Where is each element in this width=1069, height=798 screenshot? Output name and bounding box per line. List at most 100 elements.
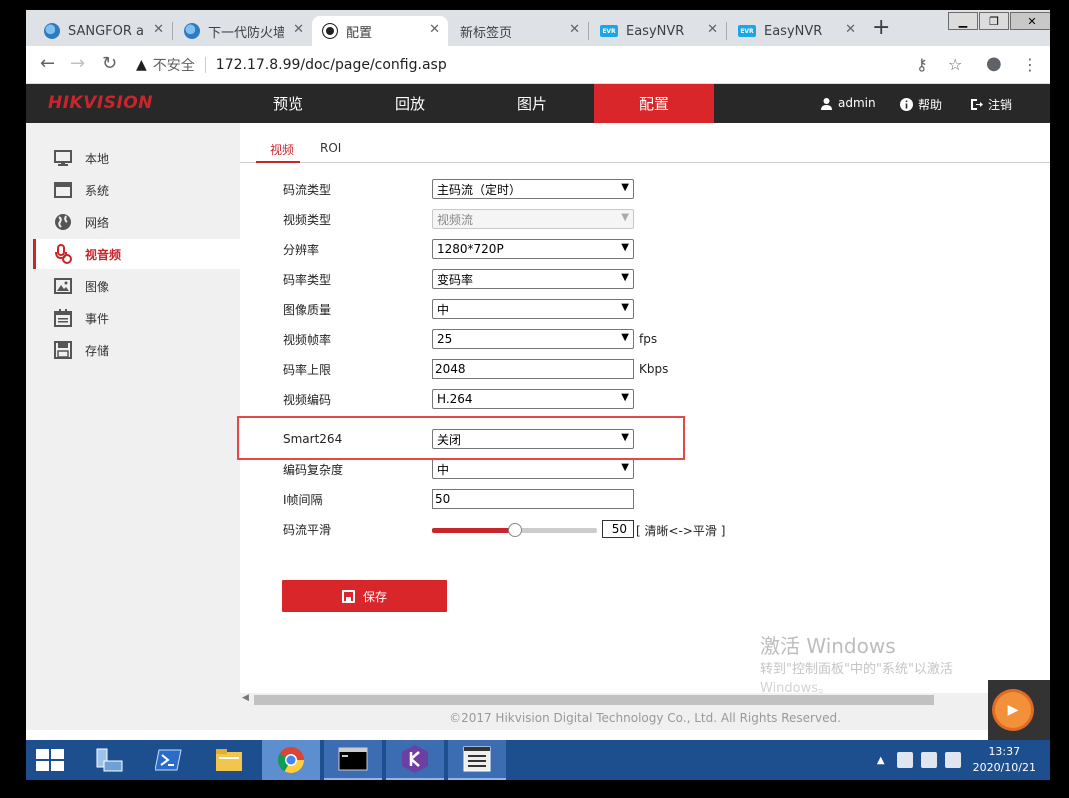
- tab-firewall[interactable]: 下一代防火墙 ✕: [174, 16, 312, 46]
- sidebar-item-event[interactable]: 事件: [33, 303, 240, 333]
- tab-sangfor[interactable]: SANGFOR al ✕: [34, 16, 172, 46]
- horizontal-scrollbar[interactable]: ◀: [240, 693, 1050, 707]
- restore-button[interactable]: ❐: [979, 12, 1009, 30]
- help-link[interactable]: 帮助: [900, 96, 942, 113]
- nav-playback[interactable]: 回放: [350, 84, 470, 123]
- new-tab-button[interactable]: +: [872, 17, 890, 39]
- tab-easynvr-2[interactable]: EVR EasyNVR ✕: [728, 16, 864, 46]
- browser-toolbar: ← → ↻ ▲ 不安全 172.17.8.99/doc/page/config.…: [26, 46, 1050, 84]
- folder-icon: [216, 749, 242, 771]
- key-icon[interactable]: ⚷: [916, 55, 928, 74]
- sidebar-item-system[interactable]: 系统: [33, 175, 240, 205]
- i-frame-interval-input[interactable]: 50: [432, 489, 634, 509]
- chevron-down-icon: ▼: [621, 332, 629, 343]
- chevron-down-icon: ▼: [621, 212, 629, 223]
- taskbar-cmd[interactable]: [324, 740, 382, 780]
- tab-roi[interactable]: ROI: [320, 141, 341, 155]
- stream-type-select[interactable]: 主码流（定时） ▼: [432, 179, 634, 199]
- scroll-left-icon[interactable]: ◀: [242, 693, 249, 703]
- menu-icon[interactable]: ⋮: [1022, 55, 1038, 74]
- start-button[interactable]: [36, 749, 66, 771]
- row-max-bitrate: 码率上限 2048 Kbps: [283, 358, 668, 380]
- resolution-select[interactable]: 1280*720P ▼: [432, 239, 634, 259]
- floating-app-widget[interactable]: ▶: [988, 680, 1050, 740]
- chevron-up-icon[interactable]: ▲: [877, 755, 885, 766]
- taskbar-k-app[interactable]: [386, 740, 444, 780]
- field-label: I帧间隔: [283, 492, 323, 507]
- max-bitrate-input[interactable]: 2048: [432, 359, 634, 379]
- account-icon[interactable]: ●: [986, 53, 1002, 74]
- tab-title: 配置: [346, 25, 373, 41]
- user-menu[interactable]: admin: [820, 96, 876, 110]
- sidebar-item-storage[interactable]: 存储: [33, 335, 240, 365]
- url-text[interactable]: 172.17.8.99/doc/page/config.asp: [216, 57, 447, 73]
- taskbar-powershell[interactable]: [140, 740, 198, 780]
- sidebar-item-audio-video[interactable]: 视音频: [33, 239, 240, 269]
- close-icon[interactable]: ✕: [569, 22, 580, 37]
- reload-icon[interactable]: ↻: [102, 53, 117, 74]
- field-label: 视频类型: [283, 212, 332, 227]
- taskbar-file-explorer[interactable]: [200, 740, 258, 780]
- activation-watermark-line1: 转到"控制面板"中的"系统"以激活: [760, 662, 953, 677]
- volume-icon[interactable]: [944, 752, 961, 768]
- field-label: 分辨率: [283, 242, 320, 257]
- action-center-icon[interactable]: [896, 752, 913, 768]
- tab-video[interactable]: 视频: [270, 141, 294, 158]
- forward-icon[interactable]: →: [70, 53, 85, 74]
- encoding-complexity-select[interactable]: 中 ▼: [432, 459, 634, 479]
- clock[interactable]: 13:37 2020/10/21: [973, 744, 1036, 776]
- clock-date: 2020/10/21: [972, 761, 1036, 774]
- tab-title: EasyNVR: [626, 23, 685, 39]
- stream-smoothing-slider[interactable]: [432, 523, 597, 537]
- video-encoding-select[interactable]: H.264 ▼: [432, 389, 634, 409]
- camera-icon: [322, 23, 338, 39]
- logout-link[interactable]: 注销: [970, 96, 1012, 113]
- minimize-button[interactable]: ▁: [948, 12, 978, 30]
- taskbar-chrome[interactable]: [262, 740, 320, 780]
- sidebar-item-local[interactable]: 本地: [33, 143, 240, 173]
- close-icon[interactable]: ✕: [845, 22, 856, 37]
- windows-logo-pane: [51, 749, 64, 759]
- field-label: 视频编码: [283, 392, 332, 407]
- field-label: 码流类型: [283, 182, 332, 197]
- tab-newtab[interactable]: 新标签页 ✕: [450, 16, 588, 46]
- nav-config[interactable]: 配置: [594, 84, 714, 123]
- field-label: 编码复杂度: [283, 462, 344, 477]
- tab-separator: [588, 22, 589, 40]
- hikvision-logo: HIKVISION: [48, 93, 153, 113]
- frame-rate-select[interactable]: 25 ▼: [432, 329, 634, 349]
- bitrate-type-select[interactable]: 变码率 ▼: [432, 269, 634, 289]
- slider-thumb[interactable]: [507, 523, 522, 537]
- image-quality-select[interactable]: 中 ▼: [432, 299, 634, 319]
- nav-picture[interactable]: 图片: [472, 84, 592, 123]
- star-icon[interactable]: ☆: [948, 55, 962, 74]
- scrollbar-thumb[interactable]: [254, 695, 934, 705]
- window-close-button[interactable]: ✕: [1010, 12, 1050, 30]
- chevron-down-icon: ▼: [621, 302, 629, 313]
- tab-config[interactable]: 配置 ✕: [312, 16, 448, 46]
- close-icon[interactable]: ✕: [707, 22, 718, 37]
- field-label: 码率类型: [283, 272, 332, 287]
- row-frame-rate: 视频帧率 25 ▼ fps: [283, 328, 657, 350]
- row-bitrate-type: 码率类型 变码率 ▼: [283, 268, 634, 290]
- sidebar-item-image[interactable]: 图像: [33, 271, 240, 301]
- save-button[interactable]: 保存: [282, 580, 447, 612]
- easynvr-icon: EVR: [600, 25, 618, 37]
- taskbar-as-app[interactable]: [448, 740, 506, 780]
- address-bar[interactable]: ▲ 不安全 172.17.8.99/doc/page/config.asp: [136, 51, 966, 79]
- back-icon[interactable]: ←: [40, 53, 55, 74]
- sidebar-item-label: 事件: [85, 311, 110, 326]
- tab-easynvr-1[interactable]: EVR EasyNVR ✕: [590, 16, 726, 46]
- taskbar-server-manager[interactable]: [80, 740, 138, 780]
- windows-logo-pane: [51, 761, 64, 771]
- network-icon[interactable]: [920, 752, 937, 768]
- sidebar-item-network[interactable]: 网络: [33, 207, 240, 237]
- system-window-icon: [53, 180, 73, 200]
- close-icon[interactable]: ✕: [293, 22, 304, 37]
- close-icon[interactable]: ✕: [429, 22, 440, 37]
- close-icon[interactable]: ✕: [153, 22, 164, 37]
- nav-preview[interactable]: 预览: [228, 84, 348, 123]
- field-label: 码流平滑: [283, 522, 332, 537]
- stream-smoothing-value[interactable]: 50: [602, 520, 634, 538]
- copyright-footer: ©2017 Hikvision Digital Technology Co., …: [240, 707, 1050, 730]
